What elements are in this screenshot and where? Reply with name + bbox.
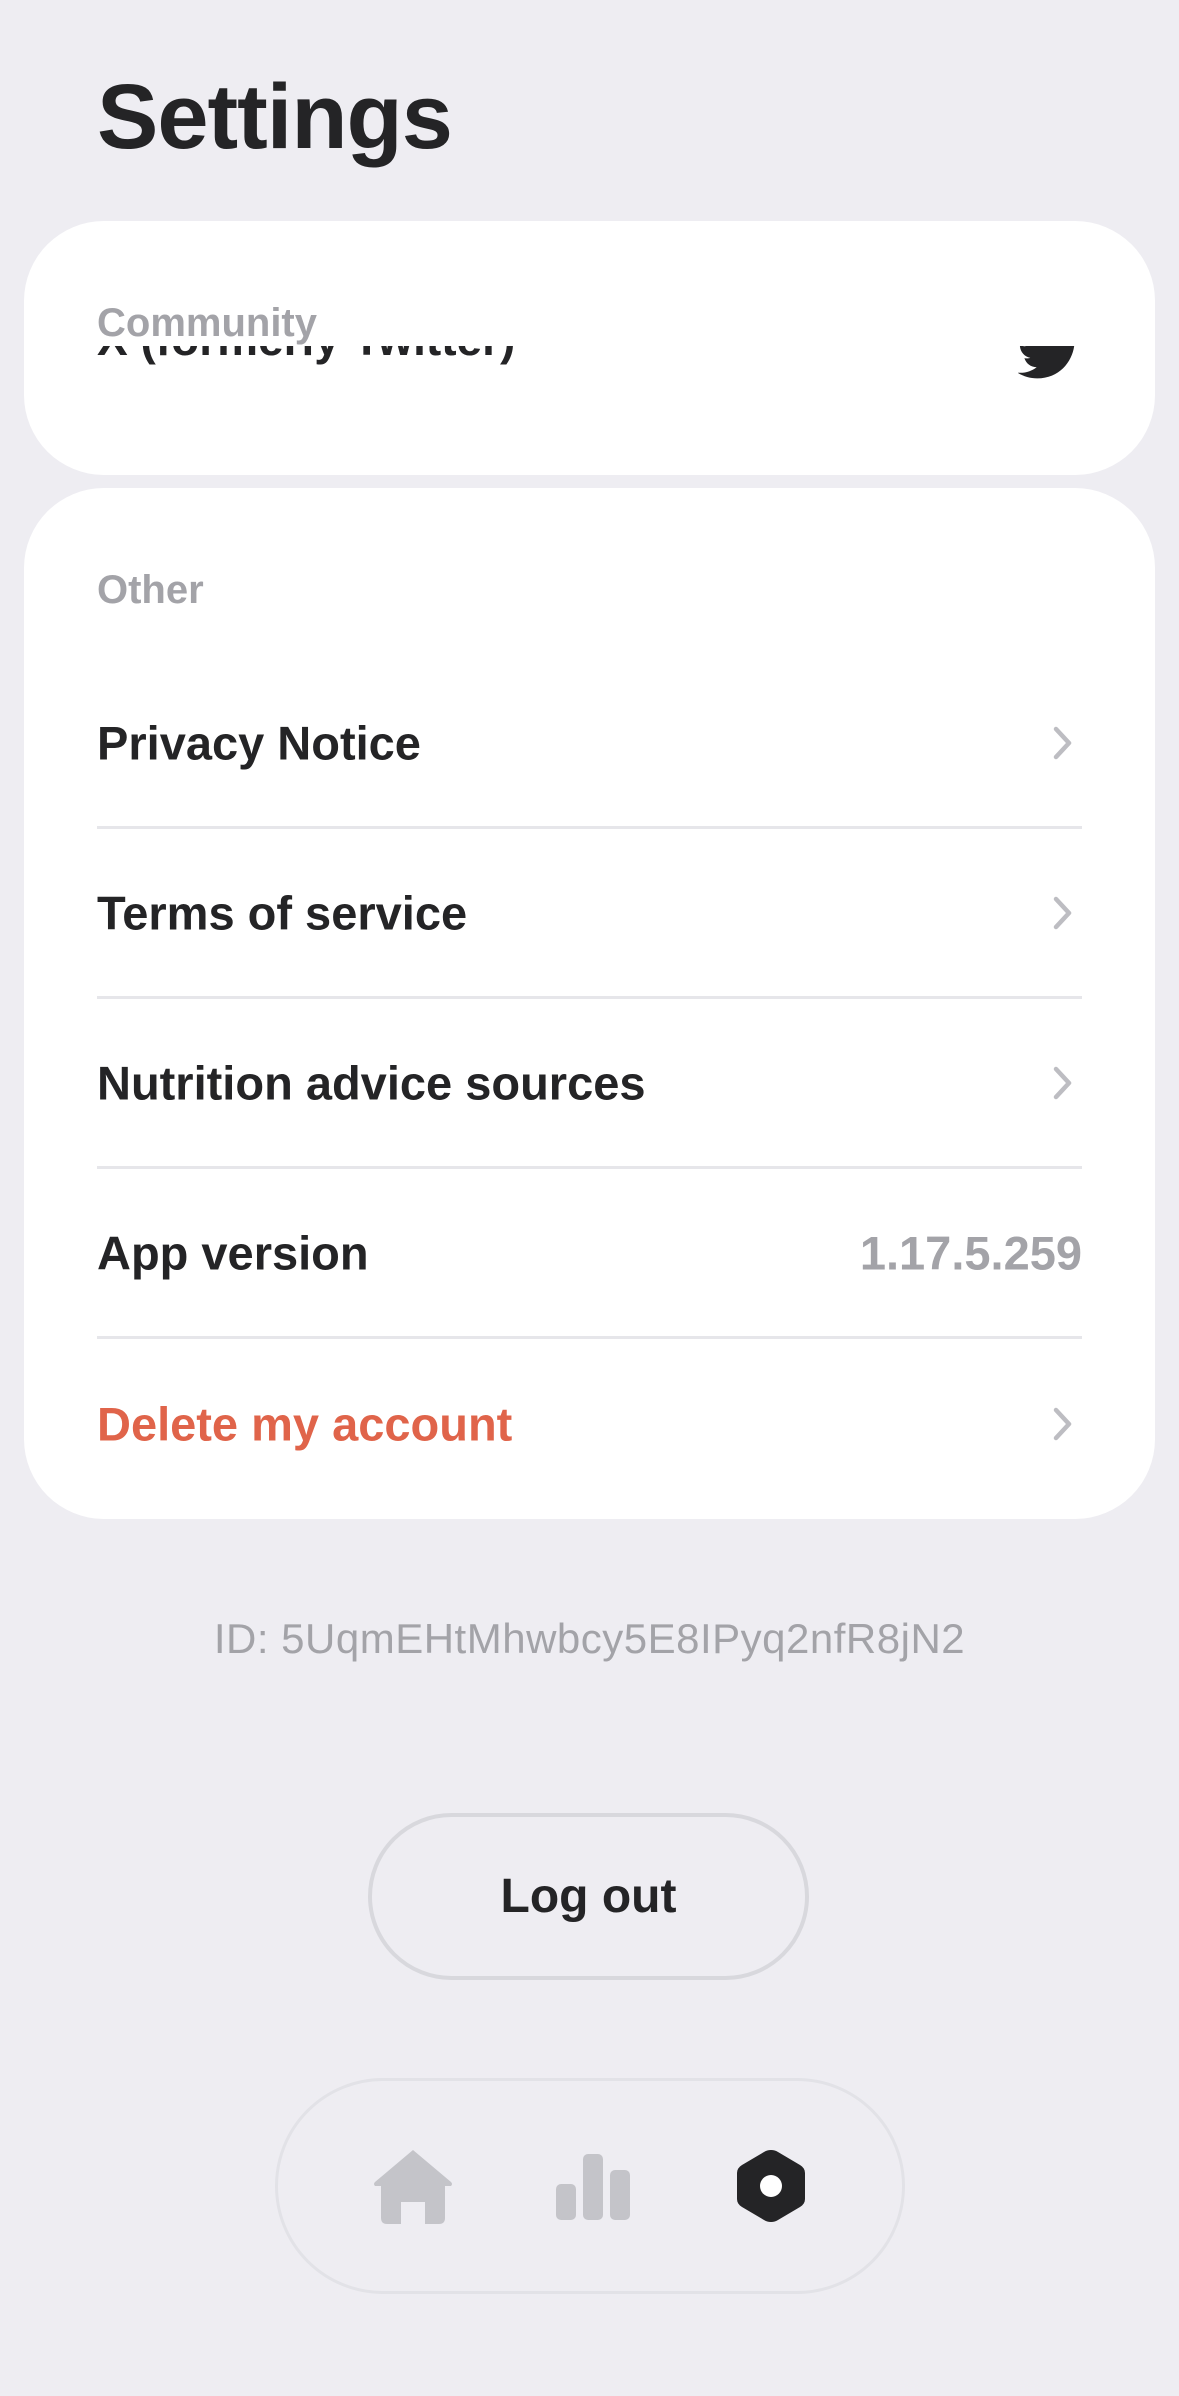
community-card: Community X (formerly Twitter) [24, 221, 1155, 475]
tab-stats[interactable] [543, 2136, 643, 2236]
chevron-right-icon [1053, 726, 1072, 759]
logout-button[interactable]: Log out [368, 1813, 809, 1980]
section-label-community: Community [97, 301, 317, 345]
row-label: Privacy Notice [97, 716, 421, 769]
other-list: Privacy Notice Terms of service Nutritio… [97, 659, 1082, 1509]
row-label: App version [97, 1226, 369, 1279]
twitter-bird-icon [1018, 346, 1075, 379]
row-label: Delete my account [97, 1397, 513, 1451]
tab-bar [275, 2078, 905, 2294]
row-nutrition-advice-sources[interactable]: Nutrition advice sources [97, 999, 1082, 1169]
row-terms-of-service[interactable]: Terms of service [97, 829, 1082, 999]
row-label: Terms of service [97, 886, 468, 939]
row-x-twitter[interactable]: X (formerly Twitter) [97, 346, 1082, 386]
row-label: X (formerly Twitter) [97, 346, 515, 367]
user-id: ID: 5UqmEHtMhwbcy5E8IPyq2nfR8jN2 [213, 1615, 966, 1662]
settings-icon [737, 2150, 805, 2222]
chevron-right-icon [1053, 1407, 1072, 1441]
tab-home[interactable] [363, 2136, 463, 2236]
row-privacy-notice[interactable]: Privacy Notice [97, 659, 1082, 829]
app-version-value: 1.17.5.259 [859, 1226, 1082, 1279]
page-title: Settings [97, 66, 453, 168]
row-delete-account[interactable]: Delete my account [97, 1339, 1082, 1509]
chevron-right-icon [1053, 1066, 1072, 1099]
chevron-right-icon [1053, 896, 1072, 929]
tab-settings[interactable] [721, 2136, 821, 2236]
bar-chart-icon [556, 2154, 630, 2220]
other-card: Other Privacy Notice Terms of service Nu… [24, 488, 1155, 1519]
home-icon [374, 2150, 452, 2224]
section-label-other: Other [97, 568, 204, 612]
row-label: Nutrition advice sources [97, 1056, 646, 1109]
row-app-version: App version 1.17.5.259 [97, 1169, 1082, 1339]
